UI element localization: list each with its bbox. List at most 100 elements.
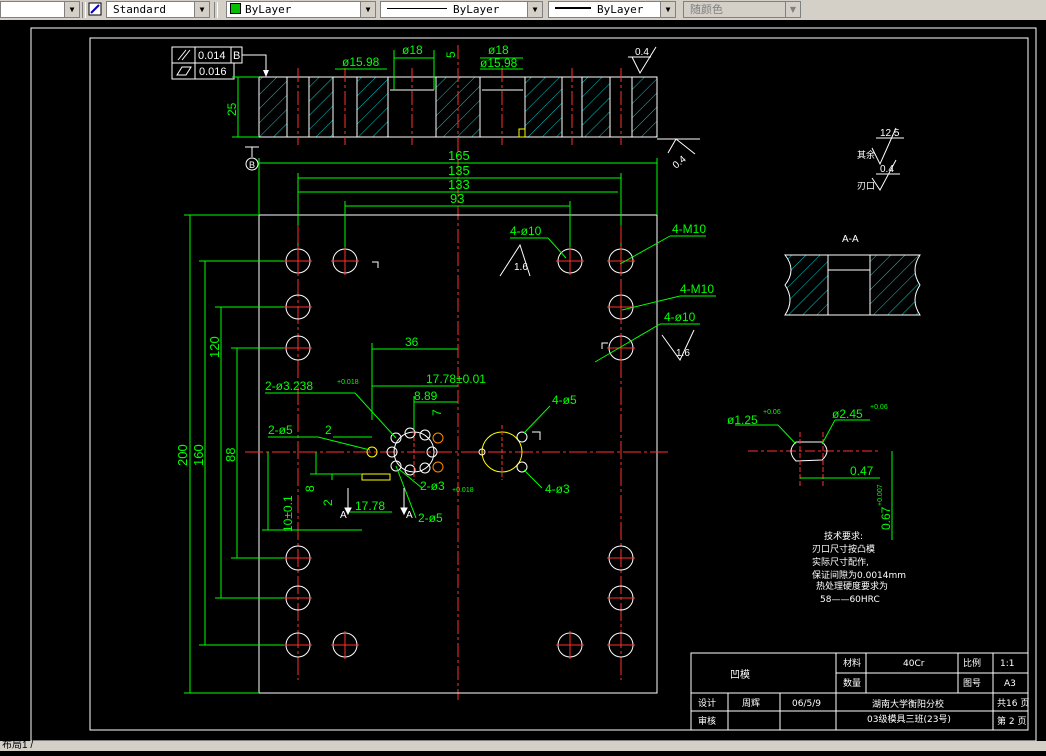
text-style-icon[interactable]: [88, 2, 104, 17]
dim-160: 160: [191, 444, 206, 466]
callout-4-m10-b: 4-M10: [680, 282, 714, 296]
section-a-right: A: [406, 510, 413, 521]
color-value: ByLayer: [245, 3, 292, 16]
dim-133: 133: [448, 177, 470, 192]
rough-04-edge: 0.4: [880, 164, 894, 175]
detail-067-tol: +0.007: [877, 484, 884, 506]
page-number: 第 2 页: [997, 715, 1026, 727]
holes: [285, 248, 634, 658]
dim-8: 8: [303, 485, 317, 492]
dim-15-98-left: ø15.98: [342, 55, 380, 69]
dim-93: 93: [450, 191, 464, 206]
dim-7: 7: [430, 409, 444, 416]
properties-toolbar: ▼ Standard ▼ ByLayer ▼ ByLayer ▼ ByLayer ▼ 随…: [0, 0, 1046, 21]
layout-tab-bar[interactable]: 布局1 /: [0, 741, 1046, 751]
designer-name: 周辉: [742, 698, 760, 709]
lineweight-select[interactable]: ByLayer ▼: [548, 1, 676, 18]
dim-25: 25: [225, 102, 239, 116]
detail-047: 0.47: [850, 464, 874, 478]
dim-88: 88: [223, 448, 238, 462]
inner-frame: [89, 37, 1029, 731]
dim-2-5-a: 2-ø5: [268, 423, 293, 437]
cad-drawing[interactable]: 0.014 B 0.016 25 ø15.98 ø18 5 ø18 ø15.98…: [0, 20, 1046, 751]
toolbar-separator: [214, 2, 218, 18]
chevron-down-icon[interactable]: ▼: [785, 2, 800, 17]
layout-tab[interactable]: 布局1 /: [2, 740, 33, 751]
scale-value: 1:1: [1000, 659, 1014, 669]
toolbar-separator: [82, 2, 86, 18]
chevron-down-icon[interactable]: ▼: [360, 2, 375, 17]
rough-rest-label: 其余: [857, 149, 875, 160]
lineweight-value: ByLayer: [597, 3, 644, 16]
notes-line-3: 保证间隙为0.0014mm: [812, 569, 906, 581]
dimstyle-select[interactable]: ▼: [0, 1, 80, 18]
chevron-down-icon[interactable]: ▼: [194, 2, 209, 17]
dim-165: 165: [448, 148, 470, 163]
datum-label: B: [249, 160, 255, 170]
color-swatch-icon: [230, 3, 241, 14]
dim-8-89: 8.89: [414, 389, 438, 403]
reviewer-label: 审核: [698, 715, 716, 727]
detail-dia-245: ø2.45: [832, 407, 863, 421]
scale-label: 比例: [963, 657, 981, 669]
edge-label: 刃口: [857, 181, 875, 191]
dim-2-5-b: 2-ø5: [418, 511, 443, 525]
dim-17-78-top: 17.78±0.01: [426, 372, 486, 386]
designer-label: 设计: [698, 697, 716, 709]
section-a-left: A: [340, 510, 347, 521]
qty-label: 数量: [843, 677, 861, 689]
callout-4-m10-a: 4-M10: [672, 222, 706, 236]
dim-36: 36: [405, 335, 419, 349]
gdt-datum-ref: B: [233, 50, 240, 62]
design-date: 06/5/9: [792, 699, 821, 709]
chevron-down-icon[interactable]: ▼: [64, 2, 79, 17]
technical-notes: 技术要求: 刃口尺寸按凸模 实际尺寸配作, 保证间隙为0.0014mm 热处理硬…: [812, 530, 906, 605]
dim-5: 5: [444, 51, 458, 58]
rough-12-5: 12.5: [880, 128, 900, 139]
rough-16-a: 1.6: [514, 262, 528, 273]
section-aa-view: A-A: [783, 234, 921, 316]
dim-200: 200: [175, 444, 190, 466]
dim-17-78-bot: 17.78: [355, 499, 385, 513]
detail-245-tol: +0.06: [870, 404, 888, 411]
rough-04-mid: 0.4: [671, 154, 689, 172]
corner-mark: [372, 261, 379, 268]
linetype-preview-icon: [387, 8, 447, 9]
plotstyle-select[interactable]: 随颜色 ▼: [683, 1, 801, 18]
section-aa-title: A-A: [842, 234, 859, 245]
gdt-flatness-value: 0.016: [199, 66, 227, 78]
dim-15-98-right: ø15.98: [480, 56, 518, 70]
text-style-value: Standard: [113, 3, 166, 16]
roughness-legend: 12.5 其余 0.4 刃口: [857, 127, 904, 191]
color-select[interactable]: ByLayer ▼: [226, 1, 376, 18]
part-name: 凹模: [730, 669, 750, 681]
dim-2-3238-tol: +0.018: [337, 379, 359, 386]
total-pages: 共16 页: [997, 698, 1029, 709]
lineweight-preview-icon: [555, 7, 591, 9]
detail-dia-125: ø1.25: [727, 413, 758, 427]
notes-line-4: 热处理硬度要求为: [816, 580, 888, 592]
plotstyle-value: 随颜色: [690, 3, 723, 16]
dim-2-3238: 2-ø3.238: [265, 379, 313, 393]
linetype-select[interactable]: ByLayer ▼: [380, 1, 543, 18]
detail-125-tol: +0.06: [763, 409, 781, 416]
drawing-canvas[interactable]: 0.014 B 0.016 25 ø15.98 ø18 5 ø18 ø15.98…: [0, 20, 1046, 751]
callout-4-10-top: 4-ø10: [510, 224, 542, 238]
notes-line-5: 58——60HRC: [820, 595, 880, 605]
text-style-select[interactable]: Standard ▼: [106, 1, 210, 18]
callout-4-10-mid: 4-ø10: [664, 310, 696, 324]
dim-135: 135: [448, 163, 470, 178]
notes-line-1: 刃口尺寸按凸模: [812, 543, 875, 555]
dim-120: 120: [207, 336, 222, 358]
dim-18-right: ø18: [488, 43, 509, 57]
chevron-down-icon[interactable]: ▼: [527, 2, 542, 17]
dim-2-b: 2: [321, 499, 335, 506]
chevron-down-icon[interactable]: ▼: [660, 2, 675, 17]
material-label: 材料: [843, 657, 861, 669]
dim-2-3-tol: +0.018: [452, 487, 474, 494]
material-value: 40Cr: [903, 659, 925, 669]
gdt-parallel-value: 0.014: [198, 50, 226, 62]
notes-title: 技术要求:: [824, 530, 863, 542]
detail-067: 0.67: [879, 506, 893, 530]
rough-04-top: 0.4: [635, 47, 649, 58]
